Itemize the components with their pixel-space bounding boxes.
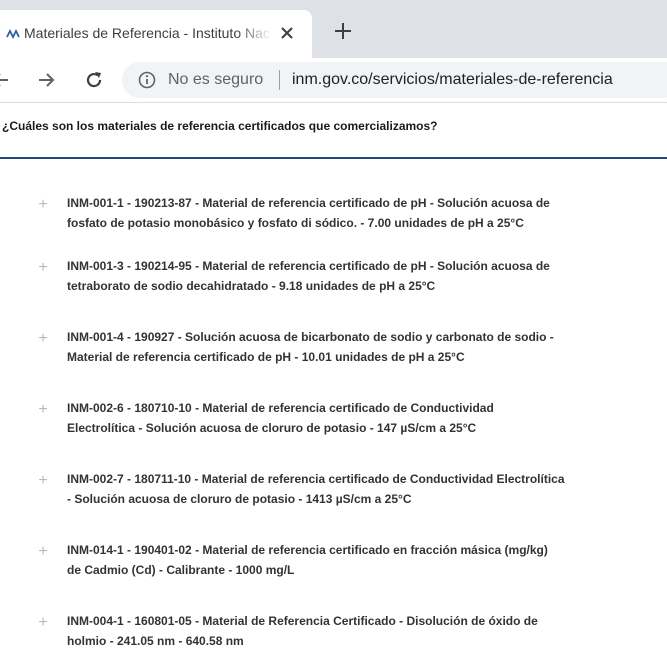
forward-arrow-icon[interactable] (37, 71, 55, 89)
item-line: holmio - 241.05 nm - 640.58 nm (67, 634, 244, 648)
tab-title-fade (236, 20, 272, 46)
expand-plus-icon[interactable]: + (36, 197, 50, 213)
browser-toolbar: No es seguro inm.gov.co/servicios/materi… (0, 58, 667, 102)
item-line: tetraborato de sodio decahidratado - 9.1… (67, 279, 436, 293)
item-line: INM-004-1 - 160801-05 - Material de Refe… (67, 614, 538, 628)
item-line: INM-001-4 - 190927 - Solución acuosa de … (67, 330, 554, 344)
item-line: de Cadmio (Cd) - Calibrante - 1000 mg/L (67, 563, 295, 577)
expand-plus-icon[interactable]: + (36, 402, 50, 418)
new-tab-icon[interactable] (332, 20, 354, 42)
list-item[interactable]: + INM-001-4 - 190927 - Solución acuosa d… (0, 327, 667, 367)
info-icon[interactable] (138, 71, 156, 89)
tab-title: Materiales de Referencia - Instituto Nac… (24, 25, 269, 41)
item-line: fosfato de potasio monobásico y fosfato … (67, 216, 524, 230)
item-text: INM-001-4 - 190927 - Solución acuosa de … (67, 327, 667, 367)
back-arrow-icon[interactable] (0, 71, 10, 89)
item-text: INM-004-1 - 160801-05 - Material de Refe… (67, 611, 667, 651)
close-tab-icon[interactable] (279, 25, 295, 41)
address-bar[interactable]: No es seguro inm.gov.co/servicios/materi… (122, 62, 667, 98)
list-item[interactable]: + INM-001-1 - 190213-87 - Material de re… (0, 193, 667, 233)
item-line: INM-014-1 - 190401-02 - Material de refe… (67, 543, 548, 557)
expand-plus-icon[interactable]: + (36, 473, 50, 489)
item-line: INM-001-1 - 190213-87 - Material de refe… (67, 196, 550, 210)
expand-plus-icon[interactable]: + (36, 260, 50, 276)
url-text[interactable]: inm.gov.co/servicios/materiales-de-refer… (292, 70, 613, 90)
item-text: INM-001-1 - 190213-87 - Material de refe… (67, 193, 667, 233)
item-text: INM-001-3 - 190214-95 - Material de refe… (67, 256, 667, 296)
section-heading: ¿Cuáles son los materiales de referencia… (2, 119, 438, 133)
item-line: Material de referencia certificado de pH… (67, 350, 465, 364)
expand-plus-icon[interactable]: + (36, 331, 50, 347)
item-line: INM-001-3 - 190214-95 - Material de refe… (67, 259, 550, 273)
browser-tab[interactable]: Materiales de Referencia - Instituto Nac… (0, 10, 312, 58)
site-favicon-icon (6, 28, 20, 40)
item-line: INM-002-6 - 180710-10 - Material de refe… (67, 401, 494, 415)
tab-strip: Materiales de Referencia - Instituto Nac… (0, 0, 667, 58)
security-status[interactable]: No es seguro (168, 70, 263, 90)
expand-plus-icon[interactable]: + (36, 615, 50, 631)
item-text: INM-014-1 - 190401-02 - Material de refe… (67, 540, 667, 580)
reload-icon[interactable] (84, 70, 104, 90)
item-line: INM-002-7 - 180711-10 - Material de refe… (67, 472, 565, 486)
address-separator (279, 70, 280, 90)
list-item[interactable]: + INM-002-7 - 180711-10 - Material de re… (0, 469, 667, 509)
toolbar-divider (0, 102, 667, 103)
item-text: INM-002-7 - 180711-10 - Material de refe… (67, 469, 667, 509)
heading-rule (0, 157, 667, 159)
item-line: - Solución acuosa de cloruro de potasio … (67, 492, 412, 506)
list-item[interactable]: + INM-004-1 - 160801-05 - Material de Re… (0, 611, 667, 651)
item-text: INM-002-6 - 180710-10 - Material de refe… (67, 398, 667, 438)
list-item[interactable]: + INM-014-1 - 190401-02 - Material de re… (0, 540, 667, 580)
item-line: Electrolítica - Solución acuosa de cloru… (67, 421, 477, 435)
expand-plus-icon[interactable]: + (36, 544, 50, 560)
list-item[interactable]: + INM-002-6 - 180710-10 - Material de re… (0, 398, 667, 438)
list-item[interactable]: + INM-001-3 - 190214-95 - Material de re… (0, 256, 667, 296)
